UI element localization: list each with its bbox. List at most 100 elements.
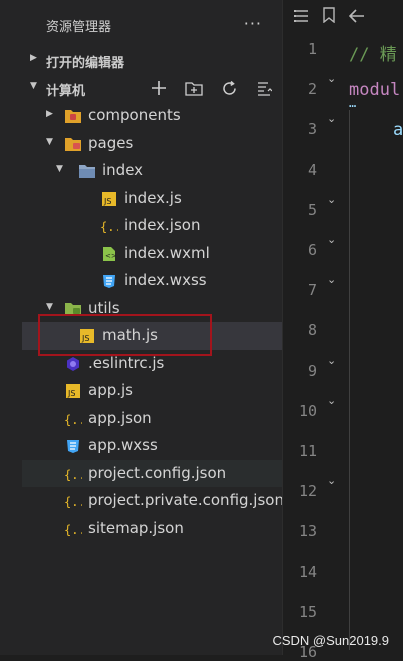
open-editors-label: 打开的编辑器 [46, 56, 125, 71]
collapse-all-icon[interactable] [252, 77, 276, 99]
project-section[interactable]: ▼ 计算机 [22, 74, 282, 102]
editor-pane: 1 2 3 4 5 6 7 8 9 10 11 12 13 14 15 16 ⌄ ⌄ ⌄ ⌄ ⌄ ⌄ ⌄ ⌄ // 精 mod… [282, 0, 403, 661]
folder-open-icon [78, 162, 96, 180]
chevron-down-icon[interactable]: ▼ [46, 137, 53, 147]
open-editors-section[interactable]: ▶ 打开的编辑器 [22, 46, 282, 74]
tree-item[interactable]: ▶ components [22, 102, 282, 130]
chevron-down-icon[interactable]: ▼ [56, 164, 63, 174]
fold-chevron-icon[interactable]: ⌄ [327, 233, 336, 246]
explorer-header: 资源管理器 ··· [22, 0, 282, 46]
tree-item-label: components [88, 106, 181, 124]
code-comment: // 精 [349, 45, 397, 65]
tree-item[interactable]: {..} project.config.json [22, 459, 282, 487]
svg-text:<>: <> [105, 252, 117, 260]
new-folder-icon[interactable] [182, 77, 206, 99]
tree-item[interactable]: {..} project.private.config.json [22, 487, 284, 515]
highlight-box [38, 314, 212, 356]
tree-item[interactable]: app.wxss [22, 432, 282, 460]
tree-item-label: sitemap.json [88, 518, 184, 537]
chevron-down-icon[interactable]: ▼ [46, 302, 53, 312]
tree-item-label: index.js [124, 188, 182, 207]
more-actions-icon[interactable]: ··· [244, 14, 262, 33]
line-number: 10 [298, 401, 317, 420]
folder-components-icon [64, 107, 82, 125]
tree-item[interactable]: <> index.wxml [22, 240, 282, 268]
tree-item-label: index [102, 161, 144, 179]
line-number: 8 [307, 321, 317, 340]
activity-bar [0, 0, 22, 655]
svg-text:{..}: {..} [64, 523, 82, 537]
chevron-right-icon[interactable]: ▶ [46, 109, 53, 119]
tree-item-label: .eslintrc.js [88, 353, 165, 372]
fold-chevron-icon[interactable]: ⌄ [327, 474, 336, 487]
tree-item-label: app.json [88, 408, 152, 427]
tree-item-label: app.js [88, 381, 133, 399]
chevron-down-icon[interactable]: ▼ [30, 81, 37, 91]
line-number: 14 [298, 562, 317, 581]
line-number: 11 [298, 442, 317, 460]
fold-chevron-icon[interactable]: ⌄ [327, 193, 336, 206]
tree-item-label: index.wxss [124, 271, 207, 289]
tree-item[interactable]: {..} app.json [22, 405, 282, 433]
code-ellipsis: … [349, 96, 357, 110]
line-number: 15 [298, 602, 317, 621]
json-file-icon: {..} [64, 410, 82, 428]
wxml-file-icon: <> [100, 245, 118, 263]
tree-item-label: pages [88, 133, 134, 152]
code-module: modul [349, 80, 401, 100]
tree-item[interactable]: {..} index.json [22, 212, 282, 240]
editor-toolbar [283, 0, 403, 34]
fold-chevron-icon[interactable]: ⌄ [327, 72, 336, 85]
section-actions [147, 77, 276, 99]
fold-chevron-icon[interactable]: ⌄ [327, 273, 336, 286]
json-file-icon: {..} [64, 465, 82, 483]
code-identifier: a [393, 120, 403, 140]
tree-item-label: app.wxss [88, 436, 158, 454]
back-arrow-icon[interactable] [348, 8, 365, 27]
list-icon[interactable] [293, 8, 309, 27]
bookmark-icon[interactable] [323, 7, 335, 27]
tree-item-label: index.json [124, 216, 201, 234]
svg-text:JS: JS [67, 389, 75, 398]
svg-text:{..}: {..} [64, 468, 82, 482]
tree-item[interactable]: JS index.js [22, 185, 282, 213]
indent-guide [349, 110, 350, 650]
svg-text:{..}: {..} [64, 495, 82, 509]
fold-chevron-icon[interactable]: ⌄ [327, 394, 336, 407]
wxss-file-icon [100, 272, 118, 290]
line-number: 4 [307, 160, 317, 179]
project-section-label: 计算机 [46, 84, 86, 99]
line-number: 3 [307, 120, 317, 139]
line-number: 7 [307, 281, 317, 300]
line-number: 9 [307, 361, 317, 380]
tree-item-label: index.wxml [124, 243, 210, 262]
svg-text:{..}: {..} [100, 220, 118, 234]
tree-item-label: project.config.json [88, 463, 227, 482]
line-number: 2 [307, 80, 317, 99]
refresh-icon[interactable] [217, 77, 241, 99]
watermark: CSDN @Sun2019.9 [272, 633, 389, 648]
tree-item[interactable]: ▼ pages [22, 130, 282, 158]
json-file-icon: {..} [100, 217, 118, 235]
line-number: 12 [298, 482, 317, 501]
line-number: 6 [307, 241, 317, 259]
tree-item[interactable]: JS app.js [22, 377, 282, 405]
wxss-file-icon [64, 437, 82, 455]
tree-item[interactable]: {..} sitemap.json [22, 515, 282, 543]
json-file-icon: {..} [64, 492, 82, 510]
line-number: 5 [307, 200, 317, 219]
folder-pages-icon [64, 135, 82, 153]
chevron-right-icon[interactable]: ▶ [30, 53, 37, 63]
js-file-icon: JS [100, 190, 118, 208]
line-number: 1 [307, 40, 317, 58]
fold-chevron-icon[interactable]: ⌄ [327, 354, 336, 367]
explorer-title: 资源管理器 [46, 20, 112, 35]
tree-item-label: project.private.config.json [88, 491, 284, 509]
json-file-icon: {..} [64, 520, 82, 538]
tree-item[interactable]: ▼ index [22, 157, 282, 185]
tree-item[interactable]: index.wxss [22, 267, 282, 295]
new-file-icon[interactable] [147, 77, 171, 99]
line-number: 13 [298, 522, 317, 541]
svg-text:JS: JS [103, 197, 111, 206]
fold-chevron-icon[interactable]: ⌄ [327, 112, 336, 125]
